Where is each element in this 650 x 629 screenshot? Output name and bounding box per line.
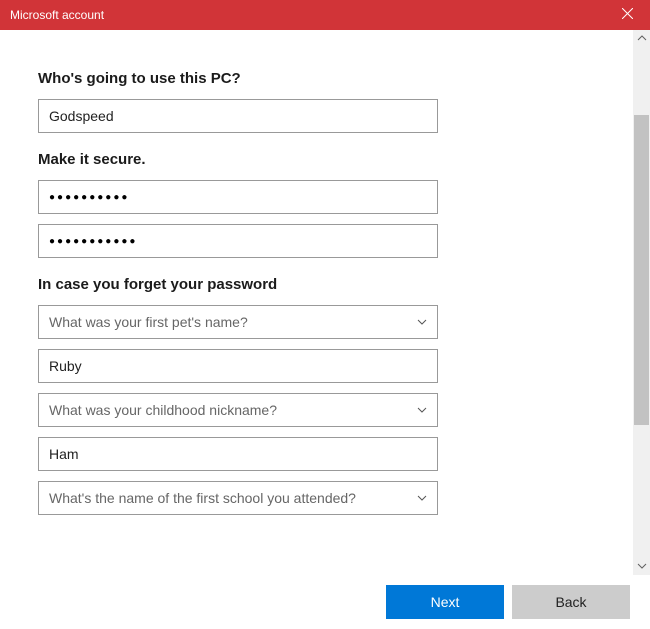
chevron-down-icon — [415, 403, 429, 417]
security-question-3-select[interactable]: What's the name of the first school you … — [38, 481, 438, 515]
scroll-up-button[interactable] — [633, 30, 650, 47]
password-confirm-input[interactable]: ●●●●●●●●●●● — [38, 224, 438, 258]
security-answer-1-input[interactable]: Ruby — [38, 349, 438, 383]
window-title: Microsoft account — [10, 8, 104, 22]
back-button[interactable]: Back — [512, 585, 630, 619]
form-area: Who's going to use this PC? Godspeed Mak… — [0, 30, 633, 575]
scrollbar-track[interactable] — [633, 47, 650, 558]
chevron-down-icon — [637, 558, 647, 576]
security-question-3-text: What's the name of the first school you … — [49, 490, 356, 506]
security-answer-2-input[interactable]: Ham — [38, 437, 438, 471]
heading-who: Who's going to use this PC? — [38, 70, 595, 87]
next-button[interactable]: Next — [386, 585, 504, 619]
chevron-down-icon — [415, 491, 429, 505]
username-value: Godspeed — [49, 108, 114, 124]
heading-secure: Make it secure. — [38, 151, 595, 168]
security-question-1-select[interactable]: What was your first pet's name? — [38, 305, 438, 339]
chevron-up-icon — [637, 30, 647, 48]
footer-buttons: Next Back — [386, 585, 630, 619]
security-question-2-text: What was your childhood nickname? — [49, 402, 277, 418]
security-question-1-text: What was your first pet's name? — [49, 314, 248, 330]
password-value: ●●●●●●●●●● — [49, 192, 129, 203]
scrollbar-thumb[interactable] — [634, 115, 649, 425]
next-label: Next — [431, 594, 460, 610]
heading-forgot: In case you forget your password — [38, 276, 595, 293]
close-button[interactable] — [604, 0, 650, 30]
security-answer-1-value: Ruby — [49, 358, 82, 374]
username-input[interactable]: Godspeed — [38, 99, 438, 133]
titlebar: Microsoft account — [0, 0, 650, 30]
password-confirm-value: ●●●●●●●●●●● — [49, 236, 137, 247]
back-label: Back — [555, 594, 586, 610]
close-icon — [622, 8, 633, 22]
scroll-down-button[interactable] — [633, 558, 650, 575]
chevron-down-icon — [415, 315, 429, 329]
security-answer-2-value: Ham — [49, 446, 79, 462]
security-question-2-select[interactable]: What was your childhood nickname? — [38, 393, 438, 427]
password-input[interactable]: ●●●●●●●●●● — [38, 180, 438, 214]
vertical-scrollbar[interactable] — [633, 30, 650, 575]
